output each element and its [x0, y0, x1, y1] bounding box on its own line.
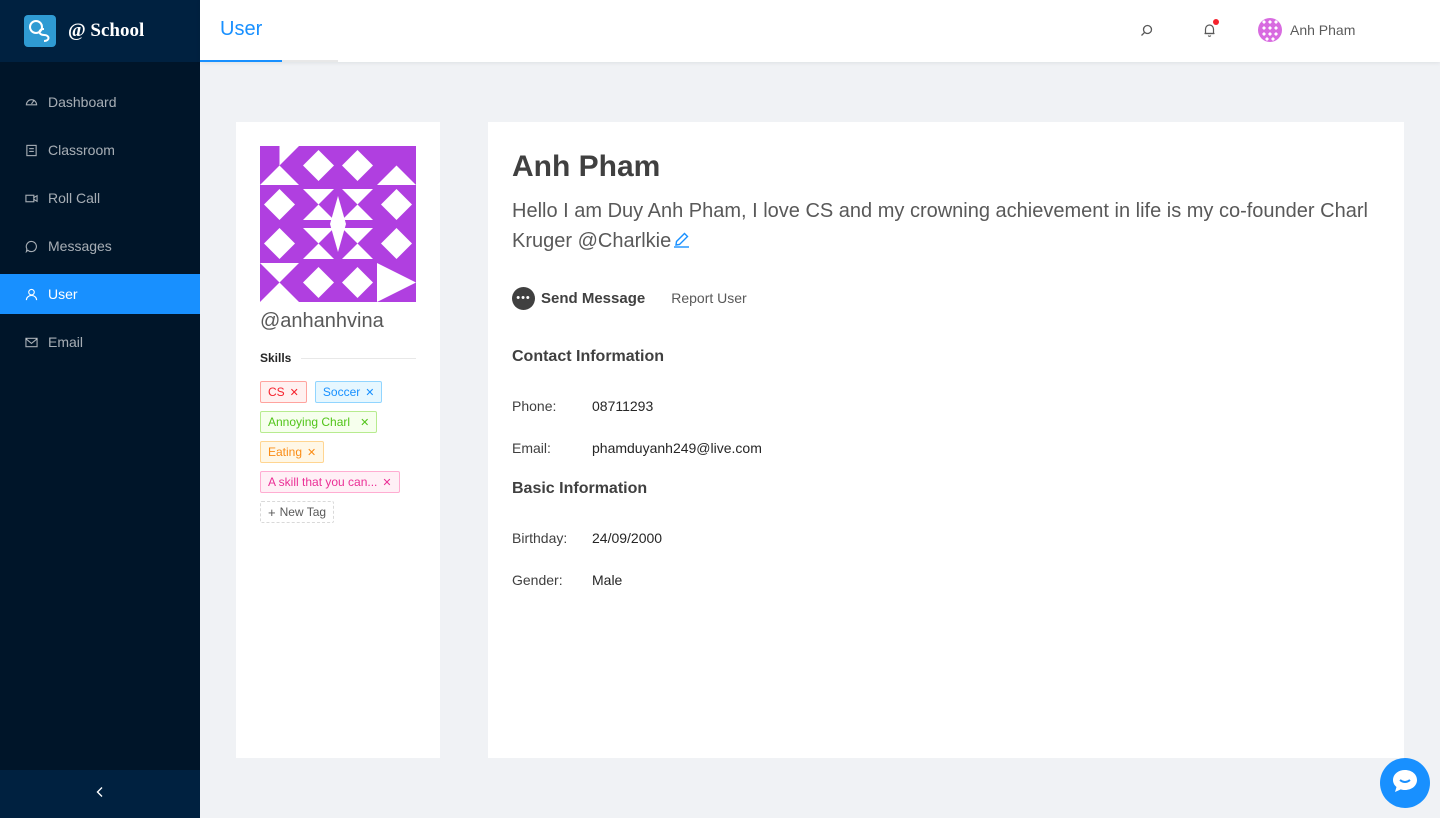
logo-text: @ School [68, 20, 145, 41]
sidebar-item-dashboard[interactable]: Dashboard [0, 82, 200, 122]
skills-label: Skills [260, 351, 292, 365]
birthday-label: Birthday: [512, 529, 568, 546]
skill-tag[interactable]: A skill that you can... ✕ [260, 471, 400, 493]
sidebar-item-messages[interactable]: Messages [0, 226, 200, 266]
chat-widget-button[interactable] [1380, 758, 1430, 808]
skill-tags: CS ✕ Soccer ✕ Annoying Charl ✕ Eating ✕ … [260, 381, 416, 523]
bell-icon[interactable] [1201, 19, 1219, 38]
report-user-button[interactable]: Report User [671, 290, 746, 306]
contact-info-title: Contact Information [512, 347, 664, 365]
plus-icon: + [268, 504, 276, 520]
skill-tag-label: Soccer [322, 385, 361, 399]
profile-detail-card: Anh Pham Hello I am Duy Anh Pham, I love… [488, 122, 1404, 758]
phone-row: Phone: 08711293 [512, 398, 1380, 414]
skill-tag[interactable]: Eating ✕ [260, 441, 325, 463]
sidebar-item-user[interactable]: User [0, 274, 200, 314]
sidebar-menu: Dashboard Classroom Roll Call Messages U… [0, 82, 200, 362]
skills-header: Skills [260, 351, 416, 365]
email-value: phamduyanh249@live.com [592, 439, 762, 456]
close-icon[interactable]: ✕ [360, 416, 369, 429]
skill-tag[interactable]: Annoying Charl ✕ [260, 411, 378, 433]
email-label: Email: [512, 439, 551, 456]
dashboard-icon [24, 95, 38, 109]
profile-actions: ••• Send Message Report User [512, 286, 1380, 310]
phone-value: 08711293 [592, 397, 654, 414]
new-tag-label: New Tag [279, 505, 327, 519]
user-menu[interactable]: Anh Pham [1258, 18, 1355, 42]
skill-tag-label: Eating [268, 445, 303, 459]
sidebar-item-label: Classroom [48, 142, 115, 158]
book-icon [24, 143, 38, 157]
profile-card: @anhanhvina Skills CS ✕ Soccer ✕ Annoyin… [236, 122, 440, 758]
header-user-name: Anh Pham [1290, 22, 1356, 38]
send-message-button[interactable]: ••• Send Message [512, 286, 646, 310]
close-icon[interactable]: ✕ [382, 476, 391, 489]
divider [301, 357, 416, 359]
close-icon[interactable]: ✕ [365, 386, 374, 399]
chat-bubble-icon: ••• [512, 286, 535, 310]
profile-handle: @anhanhvina [260, 310, 384, 332]
skill-tag-label: CS [268, 385, 285, 399]
profile-bio: Hello I am Duy Anh Pham, I love CS and m… [512, 196, 1380, 257]
tab-underline-track [282, 60, 338, 62]
skill-tag-label: Annoying Charl [268, 415, 351, 429]
sidebar-item-label: Email [48, 334, 84, 350]
email-row: Email: phamduyanh249@live.com [512, 440, 1380, 456]
profile-name: Anh Pham [512, 150, 661, 183]
sidebar-collapse-button[interactable] [0, 770, 200, 818]
logo[interactable]: @ School [0, 0, 200, 62]
edit-icon[interactable] [673, 227, 690, 257]
notification-dot [1213, 19, 1219, 25]
mail-icon [24, 335, 38, 349]
skill-tag[interactable]: CS ✕ [260, 381, 307, 403]
close-icon[interactable]: ✕ [307, 446, 316, 459]
gender-row: Gender: Male [512, 572, 1380, 588]
search-icon[interactable] [1138, 22, 1154, 38]
tab-user[interactable]: User [200, 0, 282, 62]
basic-info-title: Basic Information [512, 479, 648, 497]
skill-tag-label: A skill that you can... [268, 475, 378, 489]
sidebar-item-email[interactable]: Email [0, 322, 200, 362]
profile-bio-text: Hello I am Duy Anh Pham, I love CS and m… [512, 200, 1368, 252]
message-icon [24, 239, 38, 253]
birthday-row: Birthday: 24/09/2000 [512, 530, 1380, 546]
sidebar-item-label: Dashboard [48, 94, 117, 110]
video-camera-icon [24, 191, 38, 205]
sidebar: @ School Dashboard Classroom Roll Call M… [0, 0, 200, 818]
sidebar-item-classroom[interactable]: Classroom [0, 130, 200, 170]
close-icon[interactable]: ✕ [290, 386, 299, 399]
gender-label: Gender: [512, 571, 563, 588]
phone-label: Phone: [512, 397, 557, 414]
logo-icon [24, 15, 56, 47]
new-tag-button[interactable]: + New Tag [260, 501, 335, 523]
sidebar-item-label: Messages [48, 238, 112, 254]
chat-icon [1391, 768, 1419, 799]
skill-tag[interactable]: Soccer ✕ [314, 381, 383, 403]
avatar [1258, 18, 1282, 42]
chevron-left-icon [94, 785, 106, 803]
user-icon [24, 287, 38, 301]
profile-identicon [260, 146, 416, 302]
send-message-label: Send Message [541, 289, 646, 307]
gender-value: Male [592, 571, 623, 588]
header: User Anh Pham [200, 0, 1440, 62]
sidebar-item-label: User [48, 286, 78, 302]
sidebar-item-label: Roll Call [48, 190, 101, 206]
sidebar-item-roll-call[interactable]: Roll Call [0, 178, 200, 218]
birthday-value: 24/09/2000 [592, 529, 663, 546]
